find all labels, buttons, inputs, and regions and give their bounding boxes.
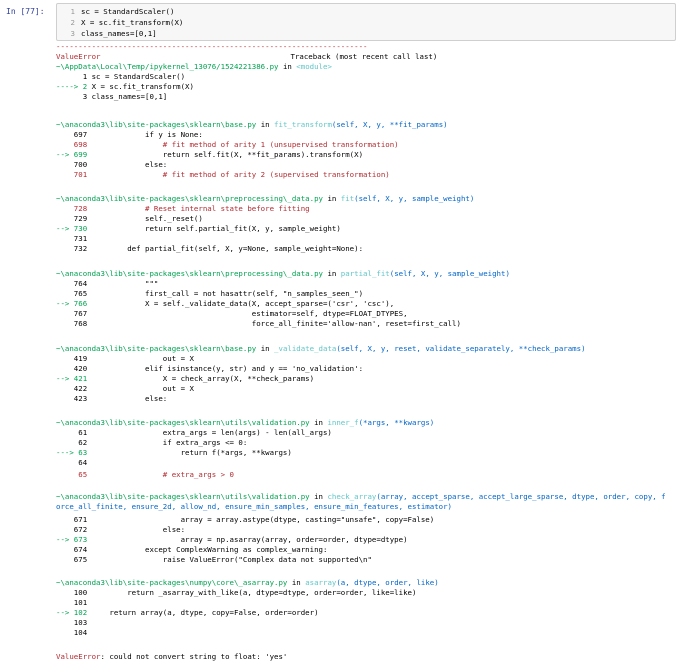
code-line-current: --> 699 return self.fit(X, **fit_params)… — [56, 150, 364, 159]
code-line: 423 else: — [56, 394, 168, 403]
traceback-output: ----------------------------------------… — [56, 42, 674, 672]
code-line: 765 first_call = not hasattr(self, "n_sa… — [56, 289, 364, 298]
frame-header: ~\anaconda3\lib\site-packages\sklearn\ut… — [56, 492, 666, 511]
final-error-message: ValueError: could not convert string to … — [56, 652, 288, 661]
code-line: 672 else: — [56, 525, 186, 534]
line-number: 3 — [70, 29, 75, 38]
code-line: 700 else: — [56, 160, 168, 169]
code-line: 697 if y is None: — [56, 130, 203, 139]
code-line: 64 — [56, 458, 88, 467]
error-type: ValueError — [56, 52, 101, 61]
code-line: 768 force_all_finite='allow-nan', reset=… — [56, 319, 461, 328]
frame-header: ~\anaconda3\lib\site-packages\sklearn\ut… — [56, 418, 435, 427]
code-line-current: --> 766 X = self._validate_data(X, accep… — [56, 299, 395, 308]
frame-header: ~\anaconda3\lib\site-packages\sklearn\ba… — [56, 344, 586, 353]
code-line: 3 class_names=[0,1] — [56, 92, 168, 101]
code-line: 101 — [56, 598, 88, 607]
code-line-current: --> 421 X = check_array(X, **check_param… — [56, 374, 315, 383]
code-line: 65 # extra_args > 0 — [56, 470, 234, 479]
code-line: 732 def partial_fit(self, X, y=None, sam… — [56, 244, 364, 253]
code-line: X = sc.fit_transform(X) — [81, 18, 184, 27]
traceback-header-right: Traceback (most recent call last) — [290, 52, 438, 61]
code-line-current: --> 673 array = np.asarray(array, order=… — [56, 535, 408, 544]
code-line: 420 elif isinstance(y, str) and y == 'no… — [56, 364, 364, 373]
frame-header: ~\anaconda3\lib\site-packages\sklearn\pr… — [56, 194, 475, 203]
traceback-header: ValueError Traceback (most recent call la… — [56, 52, 437, 62]
code-input-cell[interactable]: 1 sc = StandardScaler() 2 X = sc.fit_tra… — [56, 3, 676, 41]
code-line: 61 extra_args = len(args) - len(all_args… — [56, 428, 332, 437]
code-line: 674 except ComplexWarning as complex_war… — [56, 545, 328, 554]
line-number: 1 — [70, 7, 75, 16]
code-line: class_names=[0,1] — [81, 29, 157, 38]
code-line: 698 # fit method of arity 1 (unsupervise… — [56, 140, 399, 149]
frame-header: ~\anaconda3\lib\site-packages\sklearn\pr… — [56, 269, 510, 278]
code-line: 675 raise ValueError("Complex data not s… — [56, 555, 372, 564]
frame-header: ~\anaconda3\lib\site-packages\sklearn\ba… — [56, 120, 448, 129]
code-line: 764 """ — [56, 279, 159, 288]
code-line: 100 return _asarray_with_like(a, dtype=d… — [56, 588, 417, 597]
code-line: 728 # Reset internal state before fittin… — [56, 204, 310, 213]
code-line: 671 array = array.astype(dtype, casting=… — [56, 515, 435, 524]
code-line: 731 — [56, 234, 88, 243]
code-line-current: ----> 2 X = sc.fit_transform(X) — [56, 82, 194, 91]
frame-header: ~\anaconda3\lib\site-packages\numpy\core… — [56, 578, 439, 587]
code-line: 422 out = X — [56, 384, 194, 393]
code-line: 103 — [56, 618, 88, 627]
traceback-separator: ----------------------------------------… — [56, 42, 368, 51]
code-line-current: --> 730 return self.partial_fit(X, y, sa… — [56, 224, 341, 233]
code-line-current: ---> 63 return f(*args, **kwargs) — [56, 448, 292, 457]
cell-prompt: In [77]: — [6, 7, 45, 16]
code-line: 419 out = X — [56, 354, 194, 363]
code-line: 62 if extra_args <= 0: — [56, 438, 248, 447]
code-line-current: --> 102 return array(a, dtype, copy=Fals… — [56, 608, 319, 617]
code-line: 104 — [56, 628, 88, 637]
frame-header: ~\AppData\Local\Temp/ipykernel_13076/152… — [56, 62, 332, 71]
code-line: sc = StandardScaler() — [81, 7, 175, 16]
line-number: 2 — [70, 18, 75, 27]
code-line: 767 estimator=self, dtype=FLOAT_DTYPES, — [56, 309, 408, 318]
code-line: 1 sc = StandardScaler() — [56, 72, 186, 81]
code-line: 701 # fit method of arity 2 (supervised … — [56, 170, 390, 179]
code-line: 729 self._reset() — [56, 214, 203, 223]
